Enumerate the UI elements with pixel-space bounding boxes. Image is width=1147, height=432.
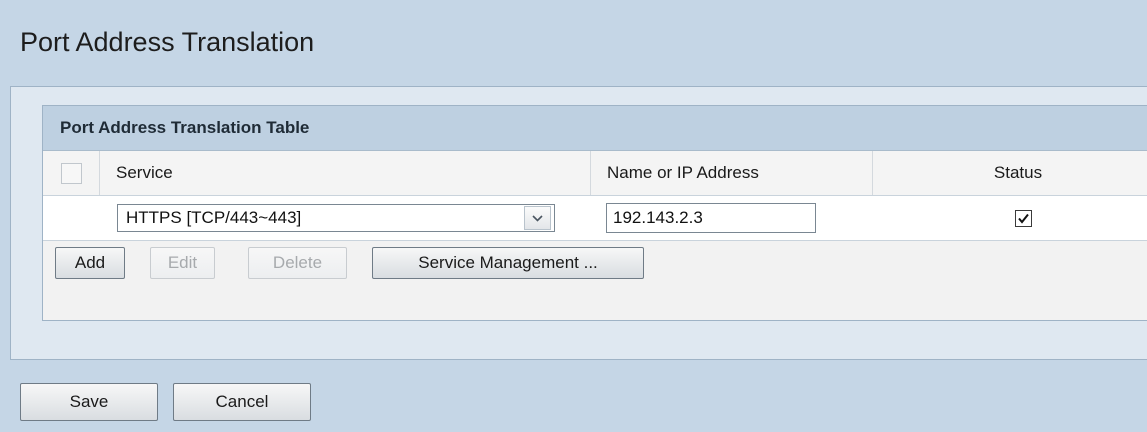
column-header-name: Name or IP Address [591, 151, 873, 195]
delete-button[interactable]: Delete [248, 247, 347, 279]
service-management-button[interactable]: Service Management ... [372, 247, 644, 279]
table-button-row: Add Edit Delete Service Management ... [43, 240, 1147, 284]
service-select-value: HTTPS [TCP/443~443] [126, 208, 302, 227]
pat-table: Port Address Translation Table Service N… [42, 105, 1147, 321]
row-select-cell [43, 196, 99, 240]
checkmark-icon [1018, 213, 1029, 224]
service-cell: HTTPS [TCP/443~443] [99, 196, 590, 240]
table-title: Port Address Translation Table [43, 106, 1147, 151]
name-or-ip-input[interactable] [606, 203, 816, 233]
column-header-service: Service [100, 151, 591, 195]
table-header-row: Service Name or IP Address Status [43, 151, 1147, 196]
status-checkbox[interactable] [1015, 209, 1032, 227]
chevron-down-icon[interactable] [524, 206, 551, 230]
service-select[interactable]: HTTPS [TCP/443~443] [117, 204, 555, 232]
table-row: HTTPS [TCP/443~443] [43, 196, 1147, 241]
select-all-checkbox[interactable] [60, 162, 82, 184]
add-button[interactable]: Add [55, 247, 125, 279]
column-header-status: Status [993, 163, 1043, 182]
cancel-button[interactable]: Cancel [173, 383, 311, 421]
select-all-cell [43, 151, 100, 195]
save-button[interactable]: Save [20, 383, 158, 421]
page-title: Port Address Translation [20, 27, 315, 57]
name-cell [590, 196, 872, 240]
edit-button[interactable]: Edit [150, 247, 215, 279]
status-cell [872, 196, 1147, 240]
